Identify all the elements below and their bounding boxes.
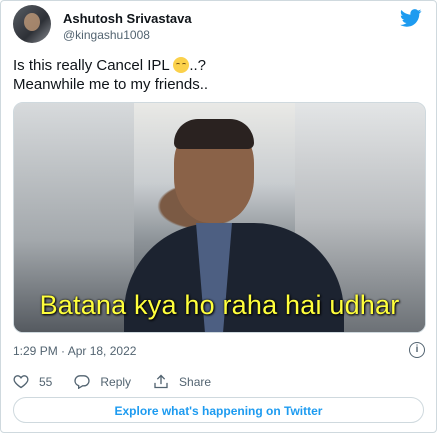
twitter-bird-icon[interactable] [400, 9, 422, 27]
tweet-card: Ashutosh Srivastava @kingashu1008 Is thi… [0, 0, 437, 433]
image-person-hair [174, 119, 254, 149]
heart-icon [13, 375, 29, 389]
author-handle[interactable]: @kingashu1008 [63, 28, 150, 42]
reply-label: Reply [100, 374, 132, 389]
meme-caption: Batana kya ho raha hai udhar [39, 290, 400, 320]
tweet-line-1-suffix: ..? [189, 57, 207, 74]
share-label: Share [179, 374, 212, 389]
tweet-line-2: Meanwhile me to my friends.. [13, 76, 209, 93]
info-icon[interactable]: i [409, 342, 425, 358]
share-icon [154, 374, 168, 389]
tweet-timestamp[interactable]: 1:29 PM · Apr 18, 2022 [13, 344, 136, 358]
tweet-line-1: Is this really Cancel IPL ..? [13, 56, 428, 75]
tweet-line-1-text: Is this really Cancel IPL [13, 57, 174, 74]
share-button[interactable]: Share [153, 374, 211, 389]
action-bar: 55 Reply Share [13, 374, 233, 389]
like-button[interactable]: 55 [13, 374, 52, 389]
reply-button[interactable]: Reply [74, 374, 131, 389]
pensive-face-icon [173, 57, 190, 73]
reply-icon [74, 375, 91, 389]
tweet-text: Is this really Cancel IPL ..? Meanwhile … [13, 56, 428, 94]
like-count: 55 [39, 374, 53, 389]
tweet-image[interactable]: Batana kya ho raha hai udhar [13, 102, 426, 333]
author-name[interactable]: Ashutosh Srivastava [63, 11, 192, 26]
avatar[interactable] [13, 5, 51, 43]
explore-twitter-button[interactable]: Explore what's happening on Twitter [13, 397, 424, 423]
